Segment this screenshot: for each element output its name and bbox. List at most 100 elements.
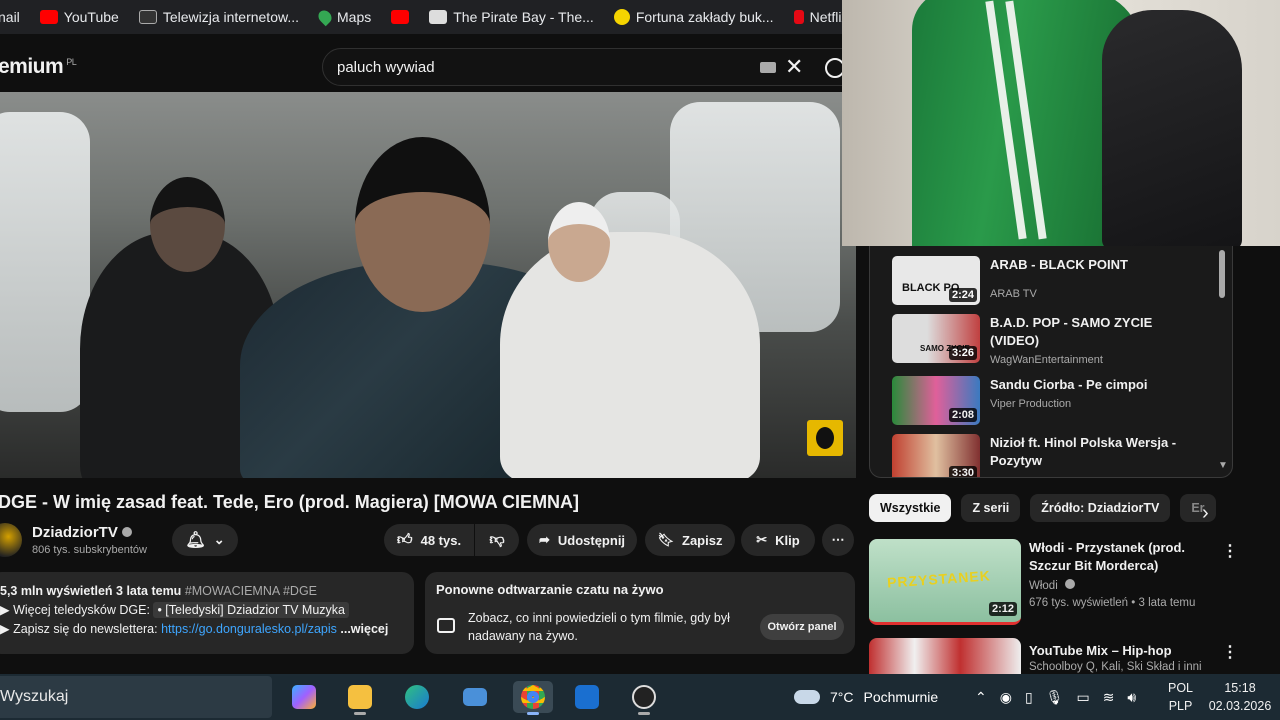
- volume-icon[interactable]: 🔊︎: [1127, 689, 1136, 706]
- bookmark-gmail[interactable]: nail: [0, 9, 30, 25]
- scroll-down-icon[interactable]: ▼: [1218, 460, 1228, 471]
- playlist-thumbnail: SAMO ZYCIE 3:26: [892, 314, 980, 363]
- playlist-item-title: B.A.D. POP - SAMO ZYCIE (VIDEO): [990, 315, 1153, 348]
- subscriber-count: 806 tys. subskrybentów: [32, 544, 147, 556]
- chip-source[interactable]: Źródło: DziadziorTV: [1030, 494, 1171, 522]
- video-head-left: [150, 177, 225, 272]
- playlist-panel: BLACK PO 2:24 ARAB - BLACK POINT ARAB TV …: [869, 246, 1233, 478]
- dislike-button[interactable]: 👎︎: [475, 524, 519, 556]
- more-vert-icon[interactable]: ⋮: [1222, 541, 1238, 561]
- bookmark-label: The Pirate Bay - The...: [453, 9, 594, 25]
- bookmark-netflix[interactable]: Netflix: [784, 9, 842, 25]
- language-indicator[interactable]: POL PLP: [1168, 679, 1193, 715]
- taskbar-search-text: Wyszukaj: [0, 688, 69, 705]
- clear-search-icon[interactable]: ✕: [785, 54, 803, 80]
- clock[interactable]: 15:18 02.03.2026: [1207, 679, 1273, 715]
- playlist-item-channel: Viper Production: [990, 398, 1072, 410]
- bookmark-telewizja[interactable]: Telewizja internetow...: [129, 9, 309, 25]
- keyboard-icon[interactable]: [760, 62, 776, 73]
- like-count: 48 tys.: [420, 532, 462, 548]
- search-input[interactable]: paluch wywiad ✕: [322, 48, 862, 86]
- playlist-item[interactable]: SAMO ZYCIE 3:26 B.A.D. POP - SAMO ZYCIE (…: [892, 314, 1212, 368]
- chevron-right-icon[interactable]: ›: [1202, 502, 1209, 525]
- weather-temp: 7°C: [830, 689, 854, 705]
- video-person-right: [500, 232, 760, 478]
- save-button[interactable]: 🔖︎ Zapisz: [645, 524, 735, 556]
- chat-icon: [437, 618, 455, 633]
- chevron-up-icon[interactable]: ⌃: [975, 689, 987, 706]
- wifi-icon[interactable]: ≋: [1103, 689, 1115, 706]
- youtube-icon: [39, 10, 58, 24]
- hashtags[interactable]: #MOWACIEMNA #DGE: [185, 584, 317, 598]
- bookmark-maps[interactable]: Maps: [309, 7, 381, 27]
- avatar[interactable]: [0, 523, 22, 557]
- youtube-logo[interactable]: emium PL: [0, 55, 77, 79]
- clip-button[interactable]: ✂ Klip: [741, 524, 815, 556]
- description-line: Zapisz się do newslettera:: [13, 622, 158, 636]
- scissors-icon: ✂: [756, 532, 768, 547]
- duration-badge: 2:08: [948, 408, 977, 422]
- description-line: Więcej teledysków DGE:: [13, 603, 150, 617]
- bookmarks-bar: nail YouTube Telewizja internetow... Map…: [0, 0, 842, 34]
- recommendation-item[interactable]: YouTube Mix – Hip-hop Schoolboy Q, Kali,…: [869, 638, 1269, 674]
- video-player[interactable]: [0, 92, 856, 478]
- chip-more[interactable]: Er: [1180, 494, 1216, 522]
- taskbar-search[interactable]: Wyszukaj: [0, 676, 272, 718]
- weather-widget[interactable]: 7°C Pochmurnie: [794, 674, 938, 720]
- copilot-app[interactable]: [287, 681, 321, 713]
- playlist-item[interactable]: 2:08 Sandu Ciorba - Pe cimpoi Viper Prod…: [892, 376, 1212, 430]
- share-icon: ➦: [538, 532, 550, 547]
- edge-icon: [405, 685, 429, 709]
- microphone-icon[interactable]: 🎙︎: [1046, 689, 1064, 706]
- file-explorer-app[interactable]: [343, 681, 377, 715]
- chip-series[interactable]: Z serii: [961, 494, 1021, 522]
- like-button[interactable]: 👍︎ 48 tys.: [384, 524, 474, 556]
- folder-icon: [348, 685, 372, 709]
- recommendation-thumbnail: [869, 638, 1021, 674]
- chip-all[interactable]: Wszystkie: [869, 494, 952, 522]
- more-actions-button[interactable]: ⋯: [822, 524, 854, 556]
- notifications-button[interactable]: 🔔︎ ⌄: [172, 524, 238, 556]
- outlook-app[interactable]: [570, 681, 604, 713]
- chat-replay-heading: Ponowne odtwarzanie czatu na żywo: [436, 582, 664, 597]
- clock-date: 02.03.2026: [1208, 699, 1272, 713]
- bookmark-youtube-2[interactable]: [381, 10, 419, 24]
- chat-replay-box: Ponowne odtwarzanie czatu na żywo Zobacz…: [425, 572, 855, 654]
- battery-icon[interactable]: ▭: [1076, 689, 1089, 706]
- logo-region: PL: [66, 57, 77, 67]
- more-link[interactable]: ...więcej: [340, 622, 388, 636]
- newsletter-link[interactable]: https://go.donguralesko.pl/zapis: [161, 622, 337, 636]
- description-box[interactable]: 5,3 mln wyświetleń 3 lata temu #MOWACIEM…: [0, 572, 414, 654]
- phone-link-icon[interactable]: ▯: [1025, 689, 1033, 706]
- duration-badge: 2:12: [988, 602, 1017, 616]
- remote-desktop-app[interactable]: [458, 681, 492, 713]
- channel-name[interactable]: DziadziorTV: [32, 524, 132, 541]
- bookmark-label: nail: [0, 9, 20, 25]
- verified-icon: [1064, 579, 1075, 589]
- playlist-item[interactable]: BLACK PO 2:24 ARAB - BLACK POINT ARAB TV: [892, 256, 1212, 310]
- channel-watermark[interactable]: [807, 420, 843, 456]
- save-label: Zapisz: [682, 532, 723, 548]
- bookmark-piratebay[interactable]: The Pirate Bay - The...: [419, 9, 604, 25]
- chrome-icon: [521, 685, 545, 709]
- playlist-item-channel: ARAB TV: [990, 288, 1037, 300]
- chrome-app[interactable]: [513, 681, 553, 715]
- obs-app[interactable]: [627, 681, 661, 715]
- video-head-right: [548, 202, 610, 282]
- more-vert-icon[interactable]: ⋮: [1222, 642, 1238, 662]
- playlist-link[interactable]: • [Teledyski] Dziadzior TV Muzyka: [153, 602, 349, 618]
- playlist-item-title: Nizioł ft. Hinol Polska Wersja - Pozytyw: [990, 435, 1177, 468]
- open-panel-button[interactable]: Otwórz panel: [760, 614, 844, 640]
- channel-text: Włodi: [1029, 580, 1058, 592]
- bookmark-youtube[interactable]: YouTube: [30, 9, 129, 25]
- playlist-item[interactable]: 3:30 Nizioł ft. Hinol Polska Wersja - Po…: [892, 434, 1212, 477]
- playlist-scrollbar[interactable]: [1219, 250, 1225, 298]
- record-icon[interactable]: ◉: [1000, 689, 1012, 706]
- recommendation-title: YouTube Mix – Hip-hop: [1029, 643, 1172, 658]
- more-icon: ⋯: [831, 532, 845, 547]
- edge-app[interactable]: [400, 681, 434, 713]
- bookmark-fortuna[interactable]: Fortuna zakłady buk...: [604, 9, 784, 25]
- share-button[interactable]: ➦ Udostępnij: [527, 524, 637, 556]
- playlist-item-title: Sandu Ciorba - Pe cimpoi: [990, 377, 1148, 392]
- recommendation-item[interactable]: PRZYSTANEK 2:12 Włodi - Przystanek (prod…: [869, 539, 1269, 625]
